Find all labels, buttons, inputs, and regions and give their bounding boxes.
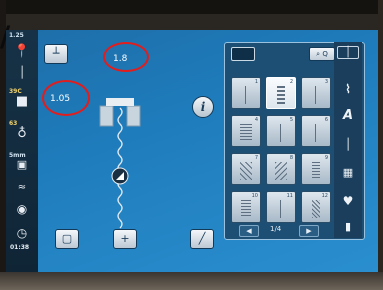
pattern-tile[interactable]: 1 — [231, 77, 261, 109]
alphabet-category-icon[interactable]: A — [334, 108, 362, 123]
add-button[interactable]: + — [113, 229, 137, 249]
category-strip: │ ⌇ A │ ▦ ♥ ▮ — [334, 42, 362, 238]
pattern-tile[interactable]: 11 — [266, 191, 296, 223]
tile-number: 11 — [286, 193, 293, 199]
stitch-plate-icon[interactable]: ▣ — [6, 158, 38, 171]
feed-dog-icon[interactable]: ≈ — [6, 182, 38, 193]
pattern-tile[interactable]: 9 — [301, 153, 331, 185]
highlight-circle-length — [103, 42, 149, 72]
memory-icon[interactable]: ▮ — [334, 220, 362, 233]
stitch-preview — [99, 98, 141, 229]
info-button[interactable]: i — [192, 96, 214, 118]
device-bezel-top — [0, 0, 383, 14]
tile-number: 7 — [254, 155, 258, 161]
page-prev-button[interactable]: ◀ — [239, 225, 259, 237]
zigzag-category-icon[interactable]: ⌇ — [334, 82, 362, 96]
presser-foot-right — [126, 105, 141, 127]
edit-pencil-button[interactable]: ╱ — [190, 229, 214, 249]
page-indicator: 1/4 — [270, 225, 282, 233]
pattern-tile[interactable]: 8 — [266, 153, 296, 185]
pattern-tile[interactable]: 3 — [301, 77, 331, 109]
presser-foot-left — [99, 105, 114, 127]
tile-number: 10 — [251, 193, 258, 199]
highlight-circle-width — [42, 80, 90, 116]
tile-number: 2 — [289, 79, 293, 85]
tile-number: 5 — [289, 117, 293, 123]
pattern-tile[interactable]: 7 — [231, 153, 261, 185]
personal-program-icon[interactable]: ♥ — [334, 194, 362, 208]
restart-button[interactable]: ▢ — [55, 229, 79, 249]
tile-number: 1 — [254, 79, 258, 85]
presser-foot-icon[interactable]: ■ — [6, 94, 38, 109]
tile-number: 6 — [324, 117, 328, 123]
practical-stitches-icon[interactable]: │ — [337, 46, 359, 59]
pattern-tile-selected[interactable]: 2 — [266, 77, 296, 109]
needle-stop-button[interactable]: ┴ — [44, 44, 68, 64]
buttonhole-category-icon[interactable]: │ — [334, 138, 362, 151]
left-status-column: 1.25 📍 │ 39C ■ 63 ♁ 5mm ▣ ≈ ◉ ◷ 01:38 — [6, 30, 38, 272]
pattern-tile[interactable]: 12 — [301, 191, 331, 223]
device-bezel-right — [378, 0, 383, 290]
page-next-button[interactable]: ▶ — [299, 225, 319, 237]
tile-number: 8 — [289, 155, 293, 161]
tile-number: 9 — [324, 155, 328, 161]
pattern-tile[interactable]: 5 — [266, 115, 296, 147]
status-top-text: 1.25 — [9, 32, 24, 39]
needle-thread-icon[interactable]: │ — [6, 66, 38, 79]
device-bezel-bottom — [0, 272, 383, 290]
pattern-tile[interactable]: 6 — [301, 115, 331, 147]
tile-number: 3 — [324, 79, 328, 85]
bobbin-icon[interactable]: ♁ — [6, 126, 38, 141]
pattern-tile[interactable]: 10 — [231, 191, 261, 223]
decorative-category-icon[interactable]: ▦ — [334, 166, 362, 179]
pressure-icon[interactable]: ◉ — [6, 202, 38, 216]
clock-icon: ◷ — [16, 226, 28, 240]
presser-foot-top — [106, 98, 134, 106]
search-button[interactable]: ⌕ Q — [309, 47, 335, 61]
panel-toggle-button[interactable] — [231, 47, 255, 61]
pattern-tile[interactable]: 4 — [231, 115, 261, 147]
tile-number: 4 — [254, 117, 258, 123]
status-time: 01:38 — [10, 244, 30, 251]
tile-number: 12 — [321, 193, 328, 199]
needle-icon[interactable]: 📍 — [6, 44, 38, 59]
